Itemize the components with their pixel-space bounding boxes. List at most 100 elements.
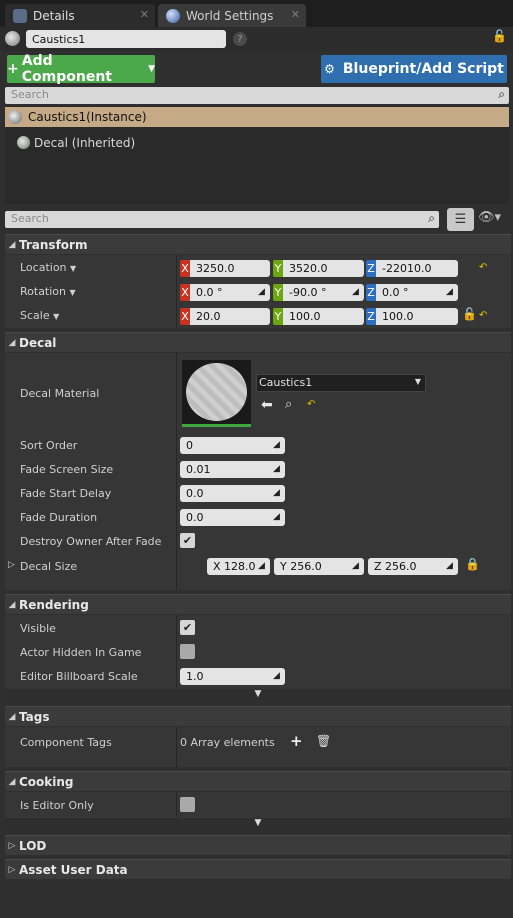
destroy-owner-label: Destroy Owner After Fade xyxy=(20,535,162,548)
decal-actor-icon xyxy=(8,110,22,124)
axis-x-marker: X xyxy=(180,260,190,277)
decal-size-z-field[interactable]: Z 256.0 ◢ xyxy=(368,558,458,575)
view-options-eye-icon[interactable]: 👁▾ xyxy=(478,210,508,228)
component-search-input[interactable]: Search ⌕ xyxy=(5,87,509,104)
property-matrix-icon[interactable]: ☰ xyxy=(447,208,474,231)
decal-actor-icon xyxy=(5,31,20,46)
tab-world-settings-label: World Settings xyxy=(186,8,274,23)
lock-icon[interactable]: 🔓 xyxy=(492,29,507,45)
material-thumbnail[interactable] xyxy=(182,360,251,427)
reset-to-default-icon[interactable]: ↶ xyxy=(479,310,487,321)
axis-z-marker: Z xyxy=(366,284,376,301)
array-elements-count: 0 Array elements xyxy=(180,736,275,749)
lock-size-icon[interactable]: 🔒 xyxy=(465,557,480,571)
decal-component-icon xyxy=(17,136,30,149)
decal-size-label[interactable]: Decal Size xyxy=(20,560,77,573)
plus-icon: + xyxy=(7,61,19,77)
expanded-triangle-icon: ◢ xyxy=(8,776,16,787)
show-advanced-icon[interactable]: ▼ xyxy=(5,689,511,703)
reset-to-default-icon[interactable]: ↶ xyxy=(307,399,315,410)
tab-details[interactable]: Details ✕ xyxy=(5,4,155,27)
use-selected-arrow-icon[interactable]: ⬅ xyxy=(261,397,273,413)
expanded-triangle-icon: ◢ xyxy=(8,239,16,250)
axis-y-marker: Y xyxy=(273,284,283,301)
add-component-button[interactable]: + Add Component ▼ xyxy=(7,53,155,85)
editor-only-label: Is Editor Only xyxy=(20,799,94,812)
trash-icon[interactable]: 🗑 xyxy=(316,734,331,748)
scale-label[interactable]: Scale ▼ xyxy=(20,309,59,322)
component-search-placeholder: Search xyxy=(11,88,49,101)
sort-order-field[interactable]: 0 ◢ xyxy=(180,437,285,454)
scale-y-field[interactable]: 100.0 xyxy=(283,308,364,325)
location-z-field[interactable]: -22010.0 xyxy=(376,260,458,277)
fade-screen-size-field[interactable]: 0.01 ◢ xyxy=(180,461,285,478)
billboard-scale-field[interactable]: 1.0 ◢ xyxy=(180,668,285,685)
location-x-field[interactable]: 3250.0 xyxy=(190,260,270,277)
location-label[interactable]: Location ▼ xyxy=(20,261,76,274)
blueprint-label: Blueprint/Add Script xyxy=(342,61,504,77)
material-value: Caustics1 xyxy=(259,376,313,389)
component-item-decal[interactable]: Decal (Inherited) xyxy=(5,132,509,152)
collapsed-triangle-icon[interactable]: ▷ xyxy=(8,560,15,570)
rotation-x-field[interactable]: 0.0 ° ◢ xyxy=(190,284,270,301)
show-advanced-icon[interactable]: ▼ xyxy=(5,818,511,832)
fade-screen-size-label: Fade Screen Size xyxy=(20,463,114,476)
section-rendering-header[interactable]: ◢ Rendering xyxy=(5,594,511,614)
column-divider xyxy=(176,792,177,817)
blueprint-add-script-button[interactable]: ⚙ Blueprint/Add Script xyxy=(321,55,507,83)
column-divider xyxy=(176,255,177,328)
reset-to-default-icon[interactable]: ↶ xyxy=(479,262,487,273)
scale-z-field[interactable]: 100.0 xyxy=(376,308,458,325)
section-title: Decal xyxy=(19,335,57,350)
tab-world-settings[interactable]: World Settings ✕ xyxy=(158,4,306,27)
close-icon[interactable]: ✕ xyxy=(291,8,300,21)
section-title: LOD xyxy=(19,838,47,853)
search-icon[interactable]: ⌕ xyxy=(498,87,505,102)
rotation-label[interactable]: Rotation ▼ xyxy=(20,285,76,298)
expanded-triangle-icon: ◢ xyxy=(8,337,16,348)
chevron-down-icon: ▼ xyxy=(148,64,155,74)
decal-size-y-field[interactable]: Y 256.0 ◢ xyxy=(274,558,364,575)
rotation-z-field[interactable]: 0.0 ° ◢ xyxy=(376,284,458,301)
visible-checkbox[interactable]: ✔ xyxy=(180,620,195,635)
sort-order-label: Sort Order xyxy=(20,439,78,452)
decal-material-label: Decal Material xyxy=(20,387,100,400)
actor-name-field[interactable]: Caustics1 xyxy=(26,30,226,48)
browse-search-icon[interactable]: ⌕ xyxy=(285,397,292,412)
component-item-instance[interactable]: Caustics1(Instance) xyxy=(5,107,509,127)
section-cooking-header[interactable]: ◢ Cooking xyxy=(5,771,511,791)
actor-hidden-checkbox[interactable] xyxy=(180,644,195,659)
details-search-input[interactable]: Search ⌕ xyxy=(5,211,439,228)
details-icon xyxy=(13,8,27,23)
decal-size-x-field[interactable]: X 128.0 ◢ xyxy=(207,558,270,575)
close-icon[interactable]: ✕ xyxy=(140,8,149,21)
section-asset-user-data-header[interactable]: ▷ Asset User Data xyxy=(5,859,511,879)
section-lod-header[interactable]: ▷ LOD xyxy=(5,835,511,855)
expanded-triangle-icon: ◢ xyxy=(8,711,16,722)
section-transform-header[interactable]: ◢ Transform xyxy=(5,234,511,254)
visible-label: Visible xyxy=(20,622,56,635)
search-icon[interactable]: ⌕ xyxy=(428,211,435,226)
material-combo-box[interactable]: Caustics1 ▼ xyxy=(256,374,426,392)
column-divider xyxy=(176,353,177,590)
fade-start-delay-label: Fade Start Delay xyxy=(20,487,112,500)
axis-x-marker: X xyxy=(180,284,190,301)
axis-z-marker: Z xyxy=(366,260,376,277)
collapsed-triangle-icon: ▷ xyxy=(8,864,16,875)
section-tags-header[interactable]: ◢ Tags xyxy=(5,706,511,726)
fade-start-delay-field[interactable]: 0.0 ◢ xyxy=(180,485,285,502)
fade-duration-field[interactable]: 0.0 ◢ xyxy=(180,509,285,526)
section-decal-header[interactable]: ◢ Decal xyxy=(5,332,511,352)
location-y-field[interactable]: 3520.0 xyxy=(283,260,364,277)
destroy-owner-checkbox[interactable]: ✔ xyxy=(180,533,195,548)
rotation-y-field[interactable]: -90.0 ° ◢ xyxy=(283,284,364,301)
component-tags-label: Component Tags xyxy=(20,736,112,749)
lock-scale-icon[interactable]: 🔓 xyxy=(462,307,477,321)
add-element-icon[interactable]: + xyxy=(290,732,303,750)
editor-only-checkbox[interactable] xyxy=(180,797,195,812)
axis-y-marker: Y xyxy=(273,260,283,277)
scale-x-field[interactable]: 20.0 xyxy=(190,308,270,325)
help-icon[interactable]: ? xyxy=(233,32,247,46)
world-icon xyxy=(166,8,180,23)
expanded-triangle-icon: ◢ xyxy=(8,599,16,610)
